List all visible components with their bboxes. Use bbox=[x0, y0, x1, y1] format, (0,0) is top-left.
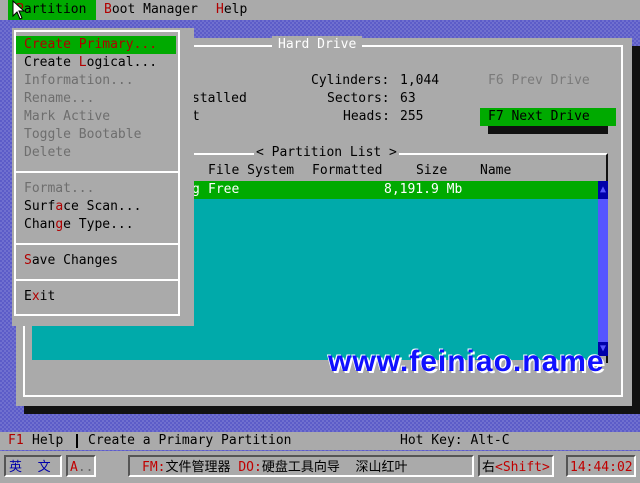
menu-item-text: Information... bbox=[24, 73, 134, 88]
menu-item-text: Format... bbox=[24, 181, 95, 196]
a-dots: .. bbox=[77, 460, 94, 475]
menu-item-text: Rename... bbox=[24, 91, 95, 106]
quick-launch-bar: FM:文件管理器 DO:硬盘工具向导 深山红叶 bbox=[128, 455, 474, 477]
menu-item-save-changes[interactable]: Save Changes bbox=[16, 252, 176, 270]
menu-item-create-logical[interactable]: Create Logical... bbox=[16, 54, 176, 72]
menu-item-toggle-bootable: Toggle Bootable bbox=[16, 126, 176, 144]
scroll-up-arrow-icon[interactable]: ▲ bbox=[598, 181, 608, 199]
input-language-toggle[interactable]: 英 文 bbox=[4, 455, 62, 477]
menu-separator bbox=[16, 279, 178, 281]
status-divider bbox=[76, 434, 78, 448]
menu-item-text: ave Changes bbox=[31, 253, 118, 268]
hard-drive-title: Hard Drive bbox=[272, 36, 363, 54]
scrollbar[interactable] bbox=[598, 181, 608, 356]
sectors-value: 63 bbox=[400, 91, 416, 106]
f1-key[interactable]: F1 bbox=[8, 432, 24, 450]
menu-item-text: it bbox=[39, 289, 56, 304]
menu-item-text: E bbox=[24, 289, 32, 304]
menu-boot-manager-label: oot Manager bbox=[111, 2, 198, 17]
f1-label[interactable]: Help bbox=[32, 432, 63, 450]
lang-cn: 文 bbox=[37, 460, 51, 475]
menu-item-text: Toggle Bootable bbox=[24, 127, 142, 142]
menu-item-hotkey: a bbox=[55, 199, 64, 214]
column-name[interactable]: Name bbox=[480, 162, 511, 180]
shift-indicator: 右<Shift> bbox=[478, 455, 554, 477]
menu-item-text: ogical... bbox=[86, 55, 158, 70]
row-file-system: Free bbox=[208, 182, 240, 197]
a-drive-indicator[interactable]: A.. bbox=[66, 455, 96, 477]
menu-item-text: Delete bbox=[24, 145, 71, 160]
menu-item-hotkey: x bbox=[31, 289, 40, 304]
lang-en: 英 bbox=[9, 460, 23, 475]
column-file-system[interactable]: File System bbox=[208, 162, 294, 180]
menu-partition-label: artition bbox=[23, 2, 87, 17]
prev-drive-button[interactable]: F6 Prev Drive bbox=[480, 72, 616, 90]
partition-list-title: < Partition List > bbox=[254, 144, 399, 162]
menu-item-format: Format... bbox=[16, 180, 176, 198]
sectors-label: Sectors: bbox=[327, 91, 390, 106]
menu-item-hotkey: C bbox=[24, 37, 32, 52]
menu-boot-manager-hotkey: B bbox=[104, 2, 112, 17]
status-message: Create a Primary Partition bbox=[88, 433, 292, 448]
menu-item-mark-active: Mark Active bbox=[16, 108, 176, 126]
fm-key[interactable]: FM: bbox=[142, 460, 165, 475]
cylinders-value: 1,044 bbox=[400, 73, 440, 88]
menu-item-text: reate Primary... bbox=[31, 37, 158, 52]
menu-item-text: Create bbox=[24, 55, 79, 70]
menu-item-create-primary[interactable]: Create Primary... bbox=[16, 36, 176, 54]
next-drive-button[interactable]: F7 Next Drive bbox=[480, 108, 616, 126]
menu-item-text: e Type... bbox=[63, 217, 134, 232]
column-formatted[interactable]: Formatted bbox=[312, 162, 382, 180]
taskbar: 英 文 A.. FM:文件管理器 DO:硬盘工具向导 深山红叶 右<Shift>… bbox=[0, 451, 640, 483]
do-key[interactable]: DO: bbox=[238, 460, 261, 475]
menu-separator bbox=[16, 243, 178, 245]
menu-item-surface-scan[interactable]: Surface Scan... bbox=[16, 198, 176, 216]
menu-item-hotkey: L bbox=[78, 55, 87, 70]
menu-item-exit[interactable]: Exit bbox=[16, 288, 176, 306]
row-size: 8,191.9 Mb bbox=[384, 182, 463, 197]
menu-item-text: Chan bbox=[24, 217, 56, 232]
menu-item-hotkey: g bbox=[55, 217, 64, 232]
mouse-cursor-icon bbox=[12, 0, 26, 20]
menu-item-rename: Rename... bbox=[16, 90, 176, 108]
menu-boot-manager[interactable]: Boot Manager bbox=[104, 1, 198, 19]
status-bar: F1 Help Create a Primary Partition Hot K… bbox=[0, 432, 640, 450]
menu-item-text: Mark Active bbox=[24, 109, 111, 124]
menu-bar: Partition Boot Manager Help bbox=[0, 0, 640, 20]
right-char: 右 bbox=[482, 460, 496, 475]
menu-item-information: Information... bbox=[16, 72, 176, 90]
heads-label: Heads: bbox=[343, 109, 390, 124]
menu-help[interactable]: Help bbox=[216, 1, 247, 19]
menu-help-label: elp bbox=[223, 2, 248, 17]
menu-item-delete: Delete bbox=[16, 144, 176, 162]
menu-help-hotkey: H bbox=[216, 2, 224, 17]
menu-item-text: Surf bbox=[24, 199, 56, 214]
cylinders-label: Cylinders: bbox=[311, 73, 390, 88]
do-label[interactable]: 硬盘工具向导 bbox=[262, 460, 340, 475]
shift-label: <Shift> bbox=[495, 460, 550, 475]
clock: 14:44:02 bbox=[566, 455, 636, 477]
a-label: A bbox=[70, 460, 78, 475]
menu-item-change-type[interactable]: Change Type... bbox=[16, 216, 176, 234]
fm-label[interactable]: 文件管理器 bbox=[165, 460, 230, 475]
heads-value: 255 bbox=[400, 109, 424, 124]
hotkey-hint: Hot Key: Alt-C bbox=[400, 433, 510, 448]
location-label: 深山红叶 bbox=[355, 460, 408, 475]
watermark: www.feiniao.name bbox=[328, 345, 605, 378]
column-size[interactable]: Size bbox=[416, 162, 447, 180]
menu-item-hotkey: S bbox=[24, 253, 32, 268]
menu-separator bbox=[16, 171, 178, 173]
menu-item-text: ce Scan... bbox=[63, 199, 142, 214]
installed-fragment: stalled bbox=[192, 91, 247, 106]
